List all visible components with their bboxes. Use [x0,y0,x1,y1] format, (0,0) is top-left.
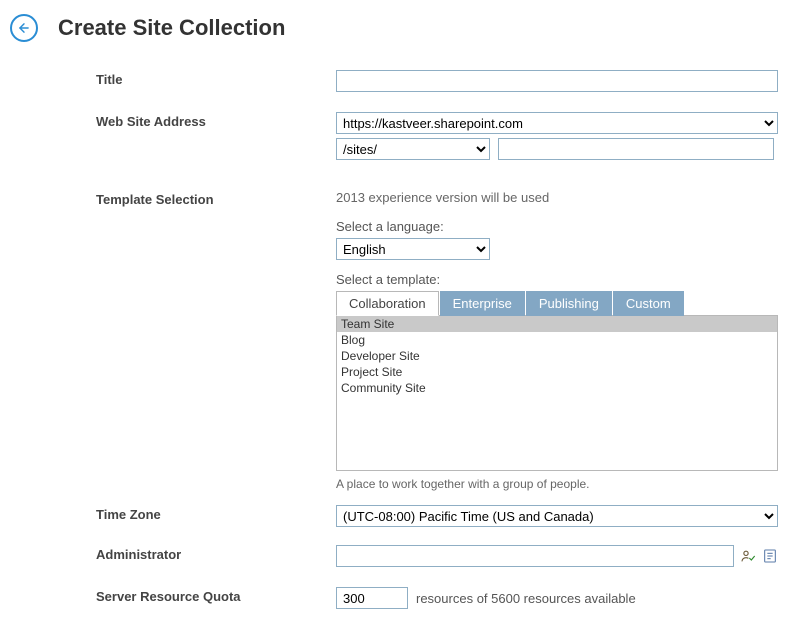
template-item-developer-site[interactable]: Developer Site [337,348,777,364]
tab-collaboration[interactable]: Collaboration [336,291,439,316]
template-listbox[interactable]: Team Site Blog Developer Site Project Si… [336,315,778,471]
browse-people-button[interactable] [762,548,778,564]
language-sublabel: Select a language: [336,219,778,234]
tab-publishing[interactable]: Publishing [526,291,612,316]
template-sublabel: Select a template: [336,272,778,287]
label-address: Web Site Address [96,112,336,129]
tab-custom[interactable]: Custom [613,291,684,316]
address-suffix-input[interactable] [498,138,774,160]
address-book-icon [762,548,778,564]
quota-available-text: resources of 5600 resources available [416,591,636,606]
label-admin: Administrator [96,545,336,562]
arrow-left-icon [17,21,31,35]
template-item-project-site[interactable]: Project Site [337,364,777,380]
language-select[interactable]: English [336,238,490,260]
label-quota: Server Resource Quota [96,587,336,604]
tab-enterprise[interactable]: Enterprise [440,291,525,316]
administrator-input[interactable] [336,545,734,567]
template-description: A place to work together with a group of… [336,477,778,491]
label-timezone: Time Zone [96,505,336,522]
label-template: Template Selection [96,190,336,207]
template-item-team-site[interactable]: Team Site [337,316,777,332]
back-button[interactable] [10,14,38,42]
address-domain-select[interactable]: https://kastveer.sharepoint.com [336,112,778,134]
person-check-icon [740,548,756,564]
experience-hint: 2013 experience version will be used [336,190,778,205]
title-input[interactable] [336,70,778,92]
address-path-select[interactable]: /sites/ [336,138,490,160]
template-item-community-site[interactable]: Community Site [337,380,777,396]
label-title: Title [96,70,336,87]
page-title: Create Site Collection [58,15,285,41]
quota-input[interactable] [336,587,408,609]
check-names-button[interactable] [740,548,756,564]
timezone-select[interactable]: (UTC-08:00) Pacific Time (US and Canada) [336,505,778,527]
template-item-blog[interactable]: Blog [337,332,777,348]
